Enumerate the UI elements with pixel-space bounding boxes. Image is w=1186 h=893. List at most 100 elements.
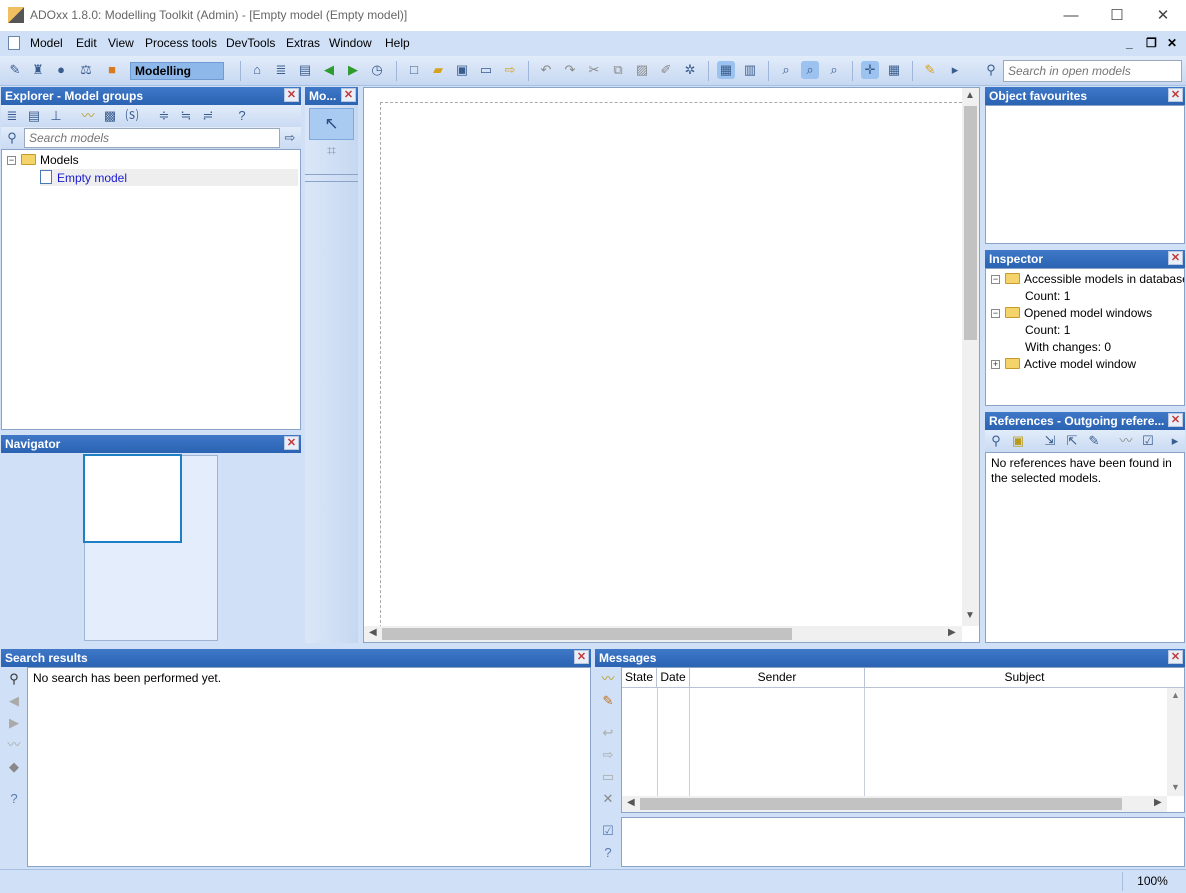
grid-icon[interactable]: ▦ [885, 61, 903, 79]
messages-vertical-scrollbar[interactable]: ▲ ▼ [1167, 688, 1184, 796]
ref-edit-icon[interactable]: ✎ [1085, 432, 1103, 450]
filter-icon[interactable]: ▩ [101, 107, 119, 125]
path-icon[interactable]: 〰 [79, 107, 97, 125]
collapse-icon[interactable]: − [991, 309, 1000, 318]
search-models-input[interactable] [24, 128, 280, 148]
inspector-node-accessible[interactable]: − Accessible models in database [991, 272, 1184, 286]
maximize-button[interactable]: ☐ [1094, 0, 1140, 31]
reply-icon[interactable]: ↩ [599, 724, 617, 742]
sort-icon[interactable]: ≓ [199, 107, 217, 125]
explorer-close-button[interactable]: ✕ [284, 88, 299, 102]
help-icon[interactable]: ? [5, 790, 23, 808]
export-icon[interactable]: ⇨ [501, 61, 519, 79]
modelling-bar-close-button[interactable]: ✕ [341, 88, 356, 102]
close-button[interactable]: ✕ [1140, 0, 1186, 31]
references-close-button[interactable]: ✕ [1168, 413, 1183, 427]
zoom-page-icon[interactable]: ⌕ [825, 61, 843, 79]
minimize-button[interactable]: — [1048, 0, 1094, 31]
clock-icon[interactable]: ◷ [368, 61, 386, 79]
menu-edit[interactable]: Edit [76, 36, 97, 50]
delete-icon[interactable]: ✕ [599, 790, 617, 808]
redo-icon[interactable]: ↷ [561, 61, 579, 79]
vertical-scrollbar[interactable]: ▲ ▼ [962, 88, 979, 626]
diamond-icon[interactable]: ◆ [5, 758, 23, 776]
compare-icon[interactable]: ⚖ [77, 61, 95, 79]
ref-book-icon[interactable]: ▣ [1009, 432, 1027, 450]
mdi-minimize-button[interactable]: _ [1126, 36, 1133, 50]
collapse-icon[interactable]: − [7, 156, 16, 165]
navigator-viewport[interactable] [83, 454, 182, 543]
windows-icon[interactable]: ▤ [296, 61, 314, 79]
archive-icon[interactable]: ▭ [599, 768, 617, 786]
crop-tool-icon[interactable]: ⌗ [309, 143, 354, 169]
column-date[interactable]: Date [657, 668, 690, 688]
graphic-view-icon[interactable]: ▦ [717, 61, 735, 79]
find-refs-icon[interactable]: ⚲ [987, 432, 1005, 450]
pointer-tool-icon[interactable]: ↖ [309, 108, 354, 140]
drawing-area[interactable] [380, 102, 962, 628]
menu-process-tools[interactable]: Process tools [145, 36, 217, 50]
model-tools-icon[interactable]: ♜ [29, 61, 47, 79]
crosshair-icon[interactable]: ✛ [861, 61, 879, 79]
favourites-close-button[interactable]: ✕ [1168, 88, 1183, 102]
scroll-right-icon[interactable]: ▶ [948, 627, 956, 638]
help-icon[interactable]: ? [233, 107, 251, 125]
save-icon[interactable]: ▣ [453, 61, 471, 79]
copy-icon[interactable]: ⧉ [609, 61, 627, 79]
forward-mail-icon[interactable]: ⇨ [599, 746, 617, 764]
menu-view[interactable]: View [108, 36, 134, 50]
scroll-thumb[interactable] [640, 798, 1122, 810]
database-icon[interactable]: ≣ [272, 61, 290, 79]
navigator-close-button[interactable]: ✕ [284, 436, 299, 450]
zoom-fit-icon[interactable]: ⌕ [801, 61, 819, 79]
stack-icon[interactable]: ▤ [25, 107, 43, 125]
binoculars-icon[interactable]: ⚲ [3, 129, 21, 147]
mode-selector[interactable]: Modelling [130, 62, 224, 80]
inspector-close-button[interactable]: ✕ [1168, 251, 1183, 265]
paste-icon[interactable]: ▨ [633, 61, 651, 79]
path-icon[interactable]: 〰 [5, 736, 23, 754]
scroll-up-icon[interactable]: ▲ [1171, 690, 1180, 700]
scroll-thumb[interactable] [964, 106, 977, 340]
menu-help[interactable]: Help [385, 36, 410, 50]
hierarchy-icon[interactable]: ⊥ [47, 107, 65, 125]
search-open-models-input[interactable] [1003, 60, 1182, 82]
format-painter-icon[interactable]: ✐ [657, 61, 675, 79]
inspector-node-active[interactable]: + Active model window [991, 357, 1136, 371]
search-go-icon[interactable]: ⇨ [281, 129, 299, 147]
menu-extras[interactable]: Extras [286, 36, 320, 50]
open-icon[interactable]: ▰ [429, 61, 447, 79]
forward-icon[interactable]: ▶ [344, 61, 362, 79]
scroll-down-icon[interactable]: ▼ [1171, 782, 1180, 792]
edit-model-icon[interactable]: ✎ [6, 61, 24, 79]
binoculars-icon[interactable]: ⚲ [982, 61, 1000, 79]
menu-devtools[interactable]: DevTools [226, 36, 275, 50]
expand-all-icon[interactable]: ≑ [155, 107, 173, 125]
expand-icon[interactable]: + [991, 360, 1000, 369]
mdi-close-button[interactable]: ✕ [1167, 36, 1177, 50]
ref-check-icon[interactable]: ☑ [1139, 432, 1157, 450]
search-results-close-button[interactable]: ✕ [574, 650, 589, 664]
ref-outgoing-icon[interactable]: ⇱ [1063, 432, 1081, 450]
tree-node-empty-model[interactable]: Empty model [40, 169, 298, 186]
table-view-icon[interactable]: ▥ [741, 61, 759, 79]
database-icon[interactable]: ≣ [3, 107, 21, 125]
inspector-node-opened[interactable]: − Opened model windows [991, 306, 1152, 320]
messages-horizontal-scrollbar[interactable]: ◀ ▶ [622, 796, 1167, 812]
home-icon[interactable]: ⌂ [248, 61, 266, 79]
undo-icon[interactable]: ↶ [537, 61, 555, 79]
analysis-icon[interactable]: ● [52, 61, 70, 79]
menu-model[interactable]: Model [30, 36, 63, 50]
book-icon[interactable]: ■ [103, 61, 121, 79]
scroll-right-icon[interactable]: ▶ [1154, 797, 1162, 808]
brackets-icon[interactable]: ⒮ [123, 107, 141, 125]
messages-close-button[interactable]: ✕ [1168, 650, 1183, 664]
collapse-all-icon[interactable]: ≒ [177, 107, 195, 125]
ref-path-icon[interactable]: 〰 [1117, 432, 1135, 450]
menu-window[interactable]: Window [329, 36, 372, 50]
new-icon[interactable]: □ [405, 61, 423, 79]
path-icon[interactable]: 〰 [599, 670, 617, 688]
ref-incoming-icon[interactable]: ⇲ [1041, 432, 1059, 450]
zoom-icon[interactable]: ⌕ [777, 61, 795, 79]
column-subject[interactable]: Subject [865, 668, 1184, 688]
